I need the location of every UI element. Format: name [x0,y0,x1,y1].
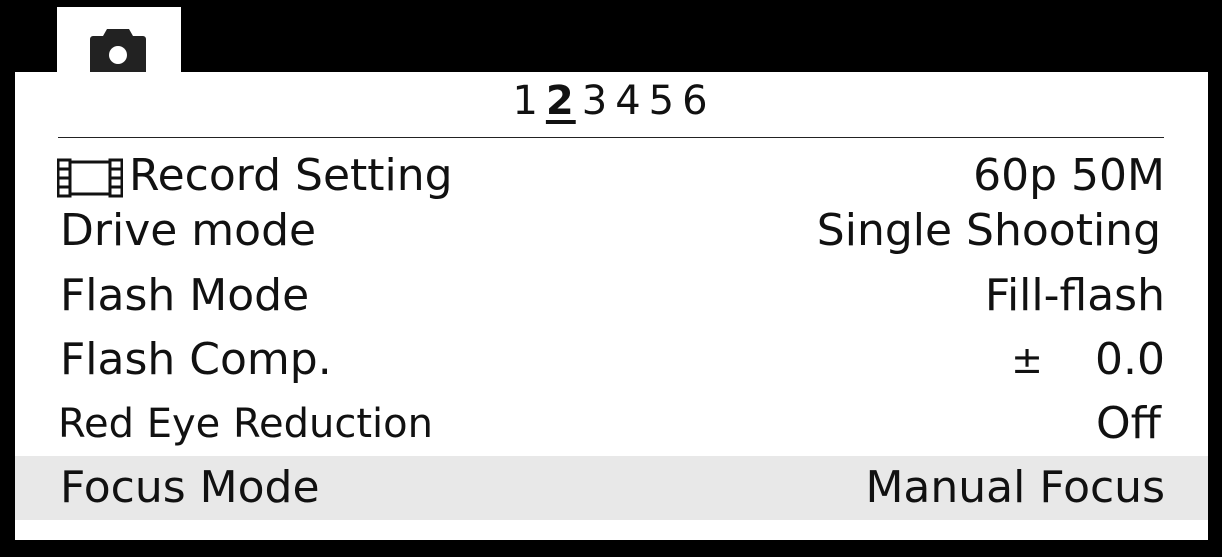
menu-row-focus-mode-selected[interactable]: Focus Mode Manual Focus [15,456,1208,520]
row-value: Fill-flash [984,270,1165,321]
camera-tab[interactable] [57,7,181,77]
film-icon [57,158,123,198]
plus-minus-sign: ± [1011,338,1043,382]
page-selector: 123456 [0,78,1222,124]
page-2-current[interactable]: 2 [546,78,576,124]
row-label: Record Setting [129,150,453,201]
row-value: Manual Focus [865,462,1165,513]
row-value: 0.0 [1095,334,1165,385]
page-1[interactable]: 1 [512,78,539,124]
row-value: Off [1096,398,1161,449]
row-label: Drive mode [60,205,317,256]
divider [58,137,1164,138]
menu-row-drive-mode[interactable]: Drive mode Single Shooting [15,199,1208,263]
row-label: Focus Mode [60,462,320,513]
menu-row-flash-comp[interactable]: Flash Comp. ± 0.0 [15,328,1208,392]
camera-icon [90,29,146,77]
page-5[interactable]: 5 [649,78,676,124]
menu-row-flash-mode[interactable]: Flash Mode Fill-flash [15,264,1208,328]
page-3[interactable]: 3 [582,78,609,124]
menu-row-red-eye-reduction[interactable]: Red Eye Reduction Off [15,392,1208,456]
row-label: Flash Comp. [60,334,332,385]
row-label: Red Eye Reduction [58,401,433,447]
row-value: Single Shooting [816,205,1161,256]
page-6[interactable]: 6 [682,78,709,124]
row-label: Flash Mode [60,270,310,321]
page-4[interactable]: 4 [615,78,642,124]
